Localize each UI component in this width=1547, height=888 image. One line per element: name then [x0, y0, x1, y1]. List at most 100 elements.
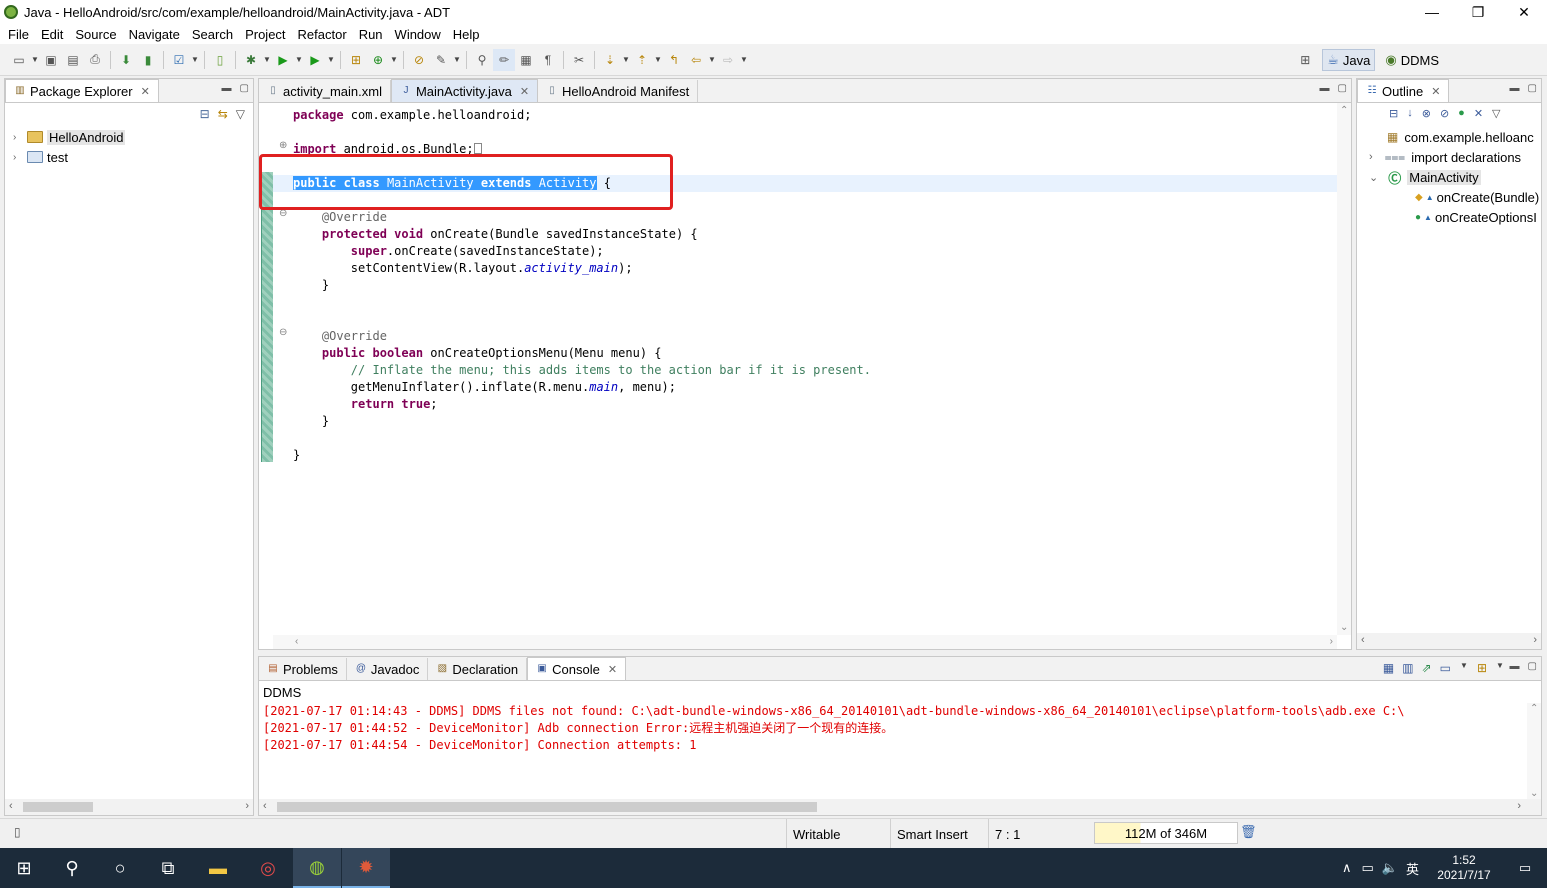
task-view-icon[interactable]: ⧉	[144, 848, 192, 888]
menu-source[interactable]: Source	[69, 27, 122, 42]
fold-collapse-icon[interactable]: ⊖	[279, 209, 289, 219]
minimize-button[interactable]: —	[1409, 0, 1455, 24]
back-icon[interactable]: ⇦	[685, 49, 707, 71]
sort-icon[interactable]: ↓	[1407, 107, 1413, 120]
menu-run[interactable]: Run	[353, 27, 389, 42]
file-explorer-icon[interactable]: ▬	[194, 848, 242, 888]
display-selected-console-icon[interactable]: ▭	[1440, 661, 1451, 675]
scroll-left-icon[interactable]: ‹	[1361, 634, 1365, 646]
open-perspective-icon[interactable]: ⊞	[1294, 49, 1316, 71]
toggle-highlight-icon[interactable]: ✏	[493, 48, 515, 71]
show-whitespace-icon[interactable]: ¶	[537, 49, 559, 71]
tree-item-test[interactable]: › test	[13, 148, 68, 166]
browser-icon[interactable]: ◎	[244, 848, 292, 888]
forward-icon[interactable]: ⇨	[717, 49, 739, 71]
collapse-arrow-icon[interactable]: ⌄	[1369, 171, 1378, 184]
minimize-view-icon[interactable]: ▬	[222, 83, 232, 94]
task-dropdown-icon[interactable]: ▼	[452, 55, 462, 64]
hide-local-types-icon[interactable]: ✕	[1474, 107, 1483, 120]
debug-dropdown-icon[interactable]: ▼	[262, 55, 272, 64]
menu-file[interactable]: File	[2, 27, 35, 42]
scroll-left-icon[interactable]: ‹	[295, 636, 298, 647]
close-icon[interactable]: ✕	[141, 85, 150, 98]
new-class-dropdown-icon[interactable]: ▼	[389, 55, 399, 64]
scroll-down-icon[interactable]: ⌄	[1530, 788, 1538, 799]
tab-javadoc[interactable]: @ Javadoc	[347, 658, 429, 680]
new-android-project-icon[interactable]: ▯	[209, 49, 231, 71]
toggle-mark-occurrences-icon[interactable]: ⚲	[471, 49, 493, 71]
outline-hscrollbar[interactable]: ‹ ›	[1357, 633, 1541, 649]
external-tools-icon[interactable]: ▶	[304, 49, 326, 71]
expand-arrow-icon[interactable]: ›	[13, 152, 23, 163]
menu-edit[interactable]: Edit	[35, 27, 69, 42]
toggle-block-selection-icon[interactable]: ▦	[515, 49, 537, 71]
outline-item-class[interactable]: ⌄ Ⓒ MainActivity	[1369, 168, 1481, 186]
lint-dropdown-icon[interactable]: ▼	[190, 55, 200, 64]
next-annotation-dropdown-icon[interactable]: ▼	[621, 55, 631, 64]
status-insert-mode[interactable]: Smart Insert	[890, 819, 986, 849]
scroll-lock-icon[interactable]: ▥	[1402, 661, 1413, 675]
fold-expand-icon[interactable]: ⊕	[279, 141, 289, 151]
new-dropdown-icon[interactable]: ▼	[30, 55, 40, 64]
open-console-icon[interactable]: ⊞	[1477, 661, 1487, 675]
scroll-left-icon[interactable]: ‹	[263, 800, 267, 812]
editor-hscrollbar[interactable]: ‹ ›	[273, 635, 1337, 649]
view-menu-icon[interactable]: ▽	[236, 107, 245, 121]
search-icon[interactable]: ⚲	[48, 848, 96, 888]
code-editor[interactable]: ⊕ ⊖ ⊖ package com.example.helloandroid; …	[259, 103, 1351, 649]
garbage-collect-icon[interactable]: 🗑	[1240, 824, 1257, 840]
open-task-icon[interactable]: ✎	[430, 49, 452, 71]
new-java-package-icon[interactable]: ⊞	[345, 49, 367, 71]
tab-mainactivity-java[interactable]: J MainActivity.java ✕	[390, 79, 539, 102]
tab-activity-main-xml[interactable]: ▯ activity_main.xml	[259, 80, 391, 102]
tab-console[interactable]: ▣ Console ✕	[527, 657, 627, 680]
pin-console-icon[interactable]: ⇗	[1422, 661, 1432, 675]
hide-fields-icon[interactable]: ⊗	[1422, 107, 1431, 120]
show-hidden-icons-icon[interactable]: ∧	[1342, 860, 1352, 876]
console-vscrollbar[interactable]: ⌃ ⌄	[1527, 703, 1541, 799]
menu-help[interactable]: Help	[447, 27, 486, 42]
minimize-view-icon[interactable]: ▬	[1510, 661, 1520, 672]
scroll-right-icon[interactable]: ›	[1330, 636, 1333, 647]
scroll-up-icon[interactable]: ⌃	[1530, 703, 1538, 714]
save-all-icon[interactable]: ▤	[62, 49, 84, 71]
save-icon[interactable]: ▣	[40, 49, 62, 71]
expand-arrow-icon[interactable]: ›	[1369, 151, 1373, 163]
input-language[interactable]: 英	[1406, 859, 1419, 878]
cortana-icon[interactable]: ○	[96, 848, 144, 888]
editor-vscrollbar[interactable]: ⌃ ⌄	[1337, 103, 1351, 635]
display-console-dropdown-icon[interactable]: ▼	[1459, 661, 1469, 675]
previous-annotation-icon[interactable]: ⇡	[631, 49, 653, 71]
restore-button[interactable]: ❐	[1455, 0, 1501, 24]
perspective-java[interactable]: ☕ Java	[1322, 49, 1376, 71]
tab-helloandroid-manifest[interactable]: ▯ HelloAndroid Manifest	[538, 80, 699, 102]
fast-view-icon[interactable]: ▯	[14, 825, 21, 839]
close-icon[interactable]: ✕	[520, 85, 529, 98]
menu-search[interactable]: Search	[186, 27, 239, 42]
scroll-thumb[interactable]	[277, 802, 817, 812]
outline-item-oncreate[interactable]: ◆ ▲ onCreate(Bundle)	[1415, 188, 1539, 206]
volume-icon[interactable]: 🔈	[1382, 860, 1398, 876]
adt-taskbar-icon[interactable]: ◍	[293, 848, 341, 888]
network-icon[interactable]: ▭	[1362, 860, 1374, 876]
sdk-manager-icon[interactable]: ⬇	[115, 49, 137, 71]
tab-package-explorer[interactable]: ▥ Package Explorer ✕	[5, 79, 159, 102]
open-console-dropdown-icon[interactable]: ▼	[1495, 661, 1505, 675]
print-icon[interactable]: ⎙	[84, 49, 106, 71]
tab-problems[interactable]: ▤ Problems	[259, 658, 347, 680]
clock[interactable]: 1:52 2021/7/17	[1425, 853, 1503, 883]
debug-icon[interactable]: ✱	[240, 49, 262, 71]
back-dropdown-icon[interactable]: ▼	[707, 55, 717, 64]
external-tools-dropdown-icon[interactable]: ▼	[326, 55, 336, 64]
fold-collapse-icon[interactable]: ⊖	[279, 328, 289, 338]
menu-refactor[interactable]: Refactor	[292, 27, 353, 42]
collapse-all-icon[interactable]: ⊟	[200, 107, 210, 121]
link-with-editor-icon[interactable]: ⇆	[218, 107, 228, 121]
scroll-up-icon[interactable]: ⌃	[1340, 105, 1348, 116]
previous-annotation-dropdown-icon[interactable]: ▼	[653, 55, 663, 64]
scroll-down-icon[interactable]: ⌄	[1340, 622, 1348, 633]
outline-item-imports[interactable]: › ⩶ import declarations	[1369, 148, 1521, 166]
maximize-view-icon[interactable]: ▢	[1528, 661, 1537, 672]
minimize-view-icon[interactable]: ▬	[1510, 83, 1520, 94]
outline-item-package[interactable]: ▦ com.example.helloanc	[1387, 128, 1534, 146]
